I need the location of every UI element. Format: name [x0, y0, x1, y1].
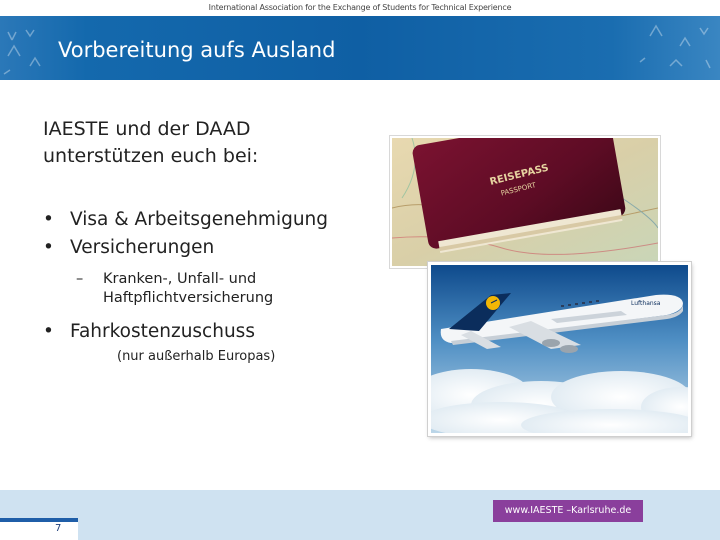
bullet-text: Visa & Arbeitsgenehmigung [70, 209, 329, 230]
bullet-dot: • [43, 321, 54, 342]
airplane-photo: Lufthansa [428, 262, 691, 436]
bullet-insurance: • Versicherungen [43, 234, 383, 262]
airline-livery-text: Lufthansa [631, 300, 661, 307]
bullet-travel-subsidy: • Fahrkostenzuschuss [43, 318, 383, 346]
decorative-pattern-left [3, 29, 41, 75]
passport-photo: REISEPASS PASSPORT [390, 136, 660, 268]
bullet-dot: • [43, 237, 54, 258]
page-number: 7 [55, 523, 62, 534]
bullet-text: Fahrkostenzuschuss [70, 321, 255, 342]
passport-illustration: REISEPASS PASSPORT [392, 138, 658, 266]
top-strip: International Association for the Exchan… [0, 0, 720, 16]
airplane-illustration: Lufthansa [431, 265, 688, 433]
bullet-dot: • [43, 209, 54, 230]
sub-bullet-dash: – [76, 271, 84, 287]
sub-bullet-insurance-types: – Kranken-, Unfall- und Haftpflichtversi… [43, 270, 383, 308]
bullet-visa: • Visa & Arbeitsgenehmigung [43, 206, 383, 234]
intro-line-2: unterstützen euch bei: [43, 145, 259, 167]
intro-text: IAESTE und der DAAD unterstützen euch be… [43, 116, 258, 170]
sub-bullet-line-2: Haftpflichtversicherung [103, 290, 274, 306]
bullet-list: • Visa & Arbeitsgenehmigung • Versicheru… [43, 206, 383, 366]
footer-website-url[interactable]: www.IAESTE –Karlsruhe.de [493, 500, 643, 522]
page-number-tab-accent [0, 518, 78, 522]
travel-subsidy-note: (nur außerhalb Europas) [117, 349, 276, 364]
decorative-pattern-right [639, 24, 711, 69]
title-banner: Vorbereitung aufs Ausland [0, 16, 720, 80]
intro-line-1: IAESTE und der DAAD [43, 118, 251, 140]
organization-name: International Association for the Exchan… [208, 3, 512, 12]
slide-title: Vorbereitung aufs Ausland [58, 38, 336, 62]
sub-bullet-line-1: Kranken-, Unfall- und [103, 271, 257, 287]
bullet-text: Versicherungen [70, 237, 215, 258]
